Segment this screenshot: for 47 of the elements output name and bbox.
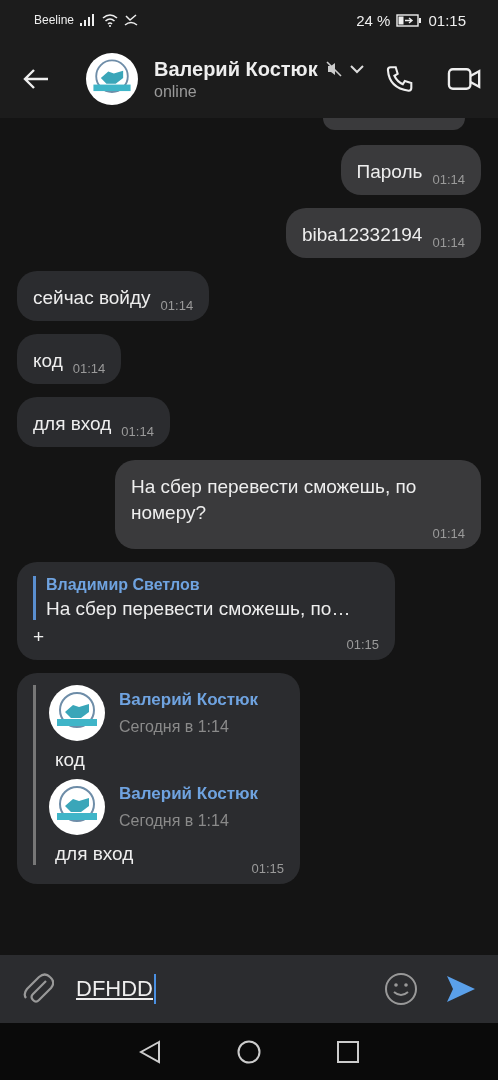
carrier-name: Beeline — [34, 13, 75, 27]
message-time: 01:14 — [432, 235, 465, 250]
online-status: online — [154, 82, 198, 101]
quote-text: На сбер перевести сможешь, по… — [46, 598, 352, 620]
video-camera-icon[interactable] — [446, 65, 482, 93]
contact-name[interactable]: Валерий Костюк — [154, 57, 318, 81]
battery-percent: 24 % — [356, 11, 391, 29]
message-text: код — [33, 349, 63, 373]
back-triangle-icon[interactable] — [139, 1039, 161, 1064]
message-time: 01:14 — [121, 424, 154, 439]
message-text: Пароль — [356, 160, 423, 184]
send-icon[interactable] — [446, 974, 476, 1004]
message-text: biba12332194 — [302, 223, 423, 247]
quote-author: Владимир Светлов — [46, 576, 201, 594]
message-text: + — [33, 625, 46, 649]
sender-name: Валерий Костюк — [119, 690, 259, 710]
paperclip-icon[interactable] — [22, 972, 54, 1006]
message-text: код — [54, 749, 86, 771]
back-button[interactable] — [22, 67, 50, 91]
message-time: 01:14 — [432, 526, 465, 541]
back-arrow-icon — [22, 67, 50, 91]
message-time: 01:14 — [432, 172, 465, 187]
clock-time: 01:15 — [428, 11, 466, 29]
quoted-message[interactable]: Владимир Светлов На сбер перевести сможешь, по… — [33, 576, 379, 620]
message-input[interactable]: DFHDD — [76, 974, 156, 1004]
home-circle-icon[interactable] — [237, 1039, 261, 1064]
sent-date: Сегодня в 1:14 — [119, 812, 230, 830]
recents-square-icon[interactable] — [337, 1040, 359, 1063]
avatar-logo — [86, 53, 138, 105]
avatar-logo — [49, 779, 105, 835]
message-time: 01:15 — [251, 861, 284, 876]
signal-icon — [80, 14, 97, 26]
message-text: На сбер перевести сможешь, по номеру? — [131, 475, 418, 525]
message-text: для вход — [54, 843, 135, 865]
chevron-down-icon[interactable] — [349, 64, 364, 74]
missed-call-icon — [124, 13, 139, 27]
smiley-icon[interactable] — [384, 972, 418, 1006]
wifi-icon — [102, 13, 119, 27]
message-time: 01:14 — [72, 361, 106, 376]
message-text: сейчас войду — [33, 286, 151, 310]
sent-date: Сегодня в 1:14 — [119, 718, 230, 736]
battery-charging-icon — [396, 13, 423, 27]
message-text: для вход — [33, 412, 112, 436]
message-time: 01:15 — [346, 637, 379, 652]
message-time: 01:14 — [160, 298, 194, 313]
avatar-logo — [49, 685, 105, 741]
sender-name: Валерий Костюк — [119, 784, 259, 804]
